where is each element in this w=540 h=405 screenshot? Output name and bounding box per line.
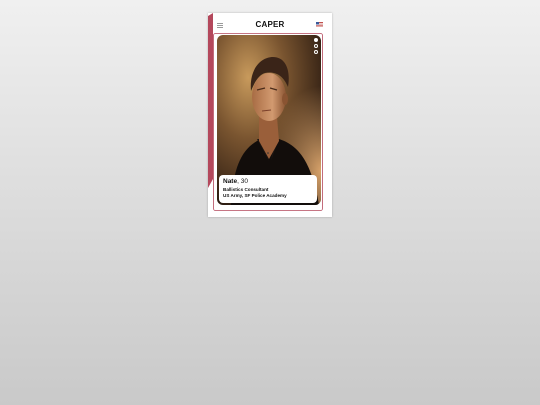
profile-age: , 30 (237, 178, 248, 185)
app-logo-title: CAPER (255, 20, 285, 29)
profile-job: Ballistics Consultant (223, 187, 269, 192)
us-flag-icon[interactable] (316, 22, 323, 27)
photo-dot-2[interactable] (314, 44, 318, 48)
photo-pagination (314, 38, 318, 56)
photo-dot-1[interactable] (314, 38, 318, 42)
app-header: CAPER (208, 13, 332, 34)
mobile-app-screen: CAPER Nate, 30 Ballistics Consultant US … (208, 13, 332, 217)
profile-card[interactable]: Nate, 30 Ballistics Consultant US Army, … (217, 35, 321, 205)
profile-school: US Army, SF Police Academy (223, 193, 287, 198)
photo-dot-3[interactable] (314, 50, 318, 54)
profile-info-panel: Nate, 30 Ballistics Consultant US Army, … (219, 175, 317, 203)
profile-name: Nate (223, 178, 238, 185)
profile-name-age: Nate, 30 (223, 178, 248, 185)
